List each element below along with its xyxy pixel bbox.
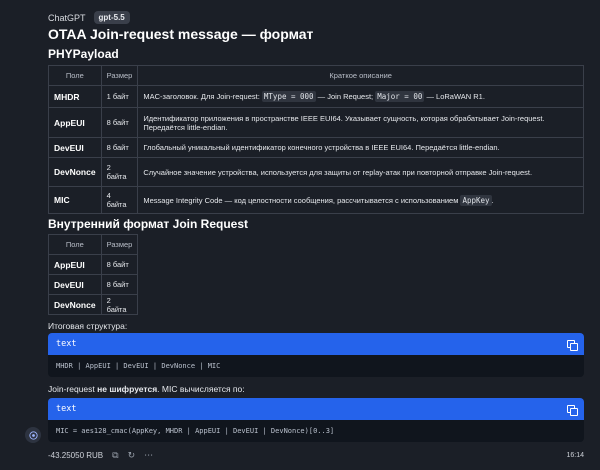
inline-code: AppKey xyxy=(460,194,492,206)
copy-message-icon[interactable]: ⧉ xyxy=(112,450,118,461)
field-name: DevEUI xyxy=(48,274,102,295)
section-heading-internal: Внутренний формат Join Request xyxy=(48,217,248,231)
description-text: Message Integrity Code — код целостности… xyxy=(143,195,461,205)
description-text: MAC-заголовок. Для Join-request: xyxy=(143,92,262,101)
copy-icon[interactable] xyxy=(567,339,578,351)
inline-code: MType = 000 xyxy=(261,91,316,102)
description-text: — LoRaWAN R1. xyxy=(424,92,485,101)
field-description: Случайное значение устройства, используе… xyxy=(137,157,584,187)
model-badge[interactable]: gpt-5.5 xyxy=(93,11,130,24)
table-row: AppEUI 8 байт Идентификатор приложения в… xyxy=(48,107,584,138)
copy-icon[interactable] xyxy=(567,404,578,416)
chat-header: ChatGPT gpt-5.5 xyxy=(48,11,130,24)
code-content: MHDR | AppEUI | DevEUI | DevNonce | MIC xyxy=(48,355,584,377)
table-header-row: Поле Размер Краткое описание xyxy=(48,65,584,86)
field-description: Идентификатор приложения в пространстве … xyxy=(137,107,584,138)
code-block: text MIC = aes128_cmac(AppKey, MHDR | Ap… xyxy=(48,398,584,442)
column-header: Поле xyxy=(48,234,102,255)
field-size: 2 байта xyxy=(100,157,139,187)
mic-text-bold: не шифруется xyxy=(97,384,158,394)
code-block-header: text xyxy=(48,333,584,355)
field-name: DevNonce xyxy=(48,157,102,187)
regenerate-icon[interactable]: ↻ xyxy=(128,450,136,461)
table-row: DevEUI 8 байт Глобальный уникальный иден… xyxy=(48,137,584,158)
field-name: MIC xyxy=(48,186,102,214)
table-row: MIC 4 байта Message Integrity Code — код… xyxy=(48,186,584,214)
description-text: . xyxy=(491,195,494,205)
description-text: — Join Request; xyxy=(315,92,376,101)
field-size: 4 байта xyxy=(100,186,139,214)
internal-format-table: Поле Размер AppEUI 8 байт DevEUI 8 байт … xyxy=(48,234,139,315)
final-structure-label: Итоговая структура: xyxy=(48,321,128,331)
code-language-label: text xyxy=(56,339,77,349)
assistant-logo-icon xyxy=(28,430,38,440)
table-header-row: Поле Размер xyxy=(48,234,139,255)
table-row: DevNonce 2 байта Случайное значение устр… xyxy=(48,157,584,187)
code-block-header: text xyxy=(48,398,584,420)
phy-payload-table: Поле Размер Краткое описание MHDR 1 байт… xyxy=(48,65,584,214)
mic-text-prefix: Join-request xyxy=(48,384,98,394)
column-header: Краткое описание xyxy=(137,65,584,86)
field-name: MHDR xyxy=(48,85,102,108)
field-name: DevNonce xyxy=(48,294,102,315)
field-description: Message Integrity Code — код целостности… xyxy=(137,186,584,214)
mic-text-suffix: . MIC вычисляется по: xyxy=(157,384,245,394)
avatar-icon xyxy=(25,427,41,443)
field-description: Глобальный уникальный идентификатор коне… xyxy=(137,137,584,158)
app-name: ChatGPT xyxy=(48,12,86,23)
table-row: DevEUI 8 байт xyxy=(48,274,139,295)
table-row: MHDR 1 байт MAC-заголовок. Для Join-requ… xyxy=(48,85,584,108)
message-cost: -43.25050 RUB xyxy=(48,451,104,460)
inline-code: Major = 00 xyxy=(375,91,425,102)
table-row: DevNonce 2 байта xyxy=(48,294,139,315)
field-size: 8 байт xyxy=(100,137,139,158)
message-footer: -43.25050 RUB ⧉ ↻ ⋯ xyxy=(48,450,153,461)
field-size: 8 байт xyxy=(100,274,139,295)
more-icon[interactable]: ⋯ xyxy=(144,450,153,461)
code-language-label: text xyxy=(56,404,77,414)
field-name: DevEUI xyxy=(48,137,102,158)
field-size: 8 байт xyxy=(100,254,139,275)
field-name: AppEUI xyxy=(48,254,102,275)
field-size: 8 байт xyxy=(100,107,139,138)
field-size: 1 байт xyxy=(100,85,139,108)
message-time: 16:14 xyxy=(566,452,584,459)
page-title: OTAA Join-request message — формат xyxy=(48,26,314,42)
field-description: MAC-заголовок. Для Join-request: MType =… xyxy=(137,85,584,108)
column-header: Размер xyxy=(100,65,139,86)
mic-paragraph: Join-request не шифруется. MIC вычисляет… xyxy=(48,384,245,394)
code-content: MIC = aes128_cmac(AppKey, MHDR | AppEUI … xyxy=(48,420,584,442)
code-block: text MHDR | AppEUI | DevEUI | DevNonce |… xyxy=(48,333,584,377)
field-size: 2 байта xyxy=(100,294,139,315)
table-row: AppEUI 8 байт xyxy=(48,254,139,275)
column-header: Поле xyxy=(48,65,102,86)
column-header: Размер xyxy=(100,234,139,255)
section-heading-phy: PHYPayload xyxy=(48,47,119,61)
field-name: AppEUI xyxy=(48,107,102,138)
